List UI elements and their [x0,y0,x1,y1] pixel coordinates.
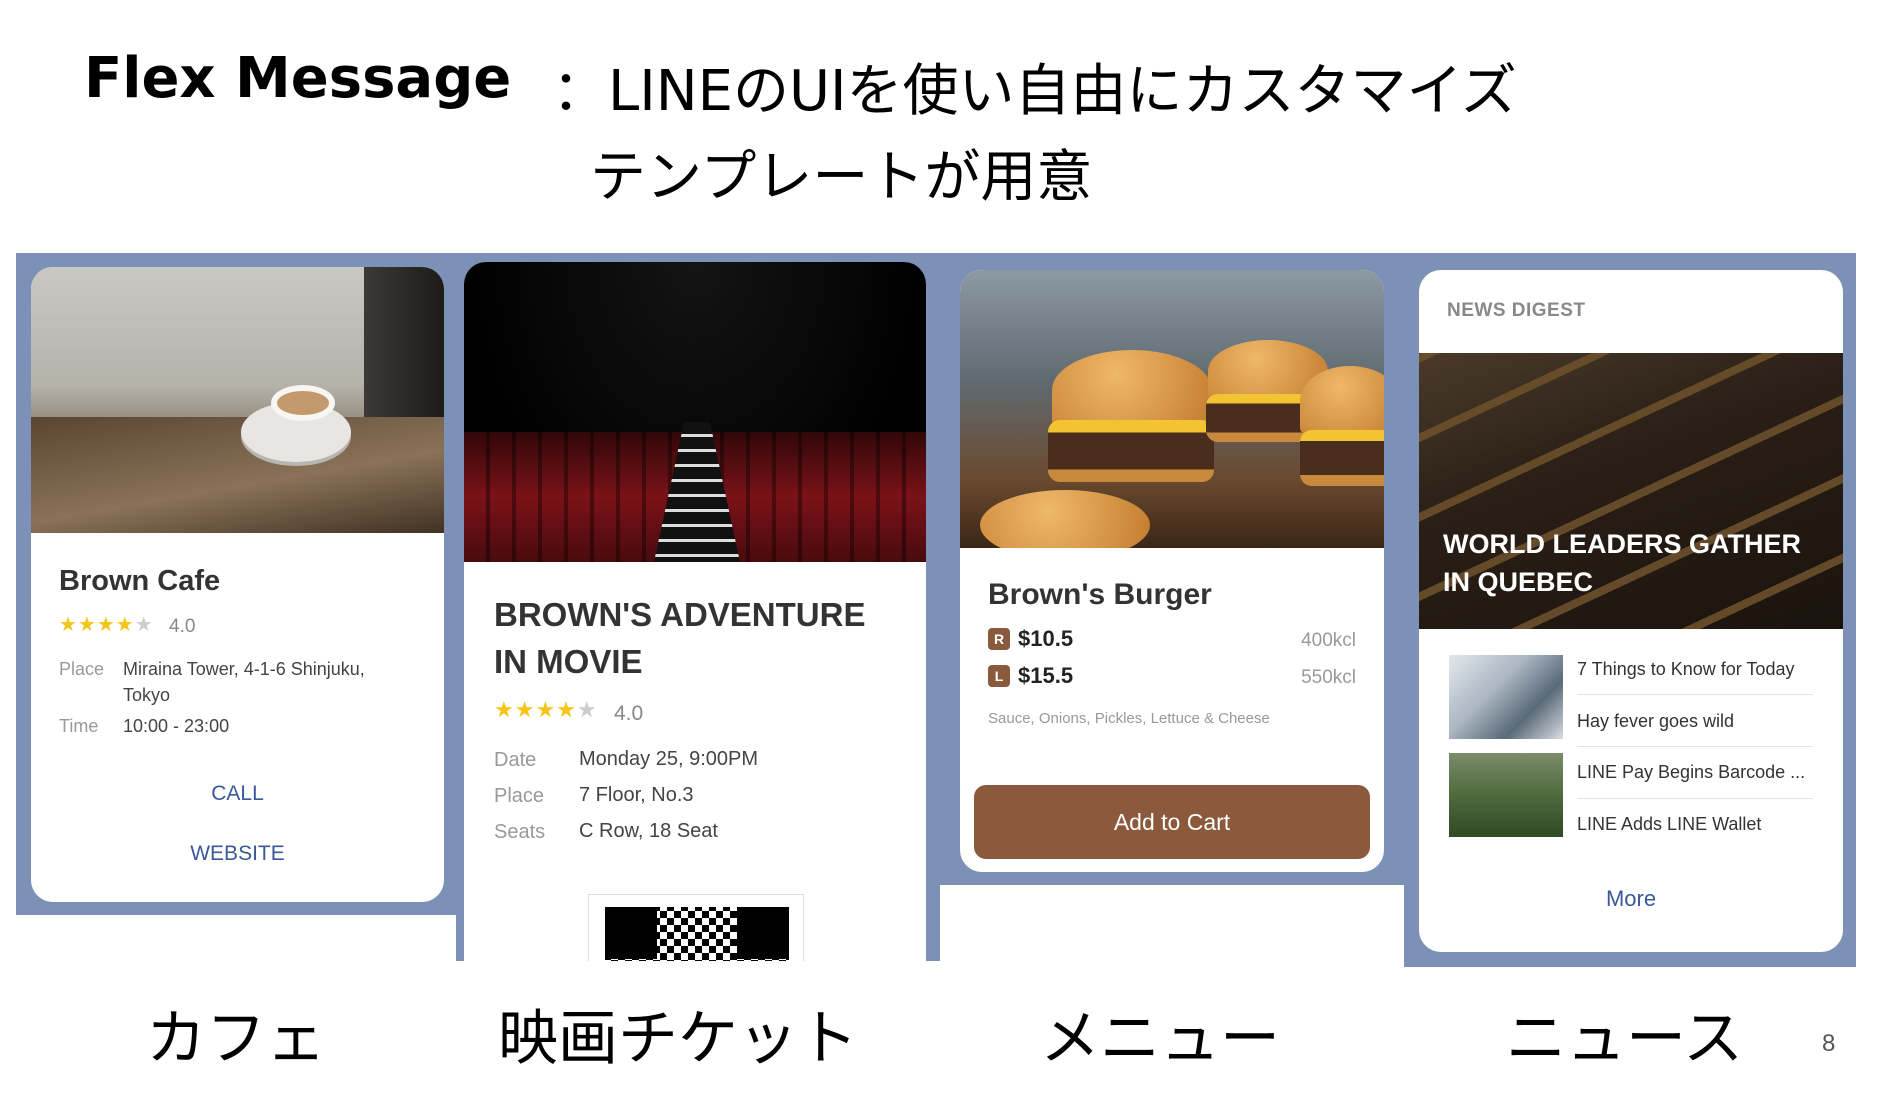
regular-size-badge: R [988,628,1010,650]
movie-card: BROWN'S ADVENTURE IN MOVIE ★★★★★ 4.0 Dat… [464,262,926,961]
cafe-card: Brown Cafe ★★★★★ 4.0 Place Miraina Tower… [31,267,444,902]
news-headline-photo[interactable]: WORLD LEADERS GATHER IN QUEBEC [1419,353,1843,629]
slide-subtitle-line1: ：LINEのUIを使い自由にカスタマイズ [552,59,1517,124]
cafe-photo [31,267,444,533]
news-divider [1577,694,1813,695]
call-button[interactable]: CALL [31,782,444,806]
menu-panel: Brown's Burger R $10.5 400kcl L $15.5 55… [940,253,1404,885]
regular-kcal: 400kcl [1301,630,1356,651]
burger-patty-image [1048,420,1214,482]
ticket-qr-code [588,894,804,961]
menu-card: Brown's Burger R $10.5 400kcl L $15.5 55… [960,270,1384,872]
caption-cafe: カフェ [146,1004,326,1074]
burger-bun-image [1052,350,1212,430]
movie-date-value: Monday 25, 9:00PM [579,748,758,770]
slide-title: Flex Message [84,46,512,111]
news-item[interactable]: 7 Things to Know for Today [1577,659,1813,680]
cafe-panel: Brown Cafe ★★★★★ 4.0 Place Miraina Tower… [16,253,456,915]
star-filled-icon: ★★★★ [494,698,577,723]
burger-photo [960,270,1384,548]
movie-theater-photo [464,262,926,562]
cafe-place-value: Miraina Tower, 4-1-6 Shinjuku, Tokyo [123,659,365,705]
news-thumbnail-field [1449,753,1563,837]
movie-seats-label: Seats [494,821,546,843]
movie-place-value: 7 Floor, No.3 [579,784,694,806]
news-item[interactable]: LINE Adds LINE Wallet [1577,814,1813,835]
add-to-cart-button[interactable]: Add to Cart [974,785,1370,859]
regular-price: $10.5 [1018,626,1074,651]
news-headline: WORLD LEADERS GATHER IN QUEBEC [1443,529,1801,597]
cafe-title: Brown Cafe [59,565,221,597]
cafe-rating: 4.0 [169,616,196,637]
movie-place-label: Place [494,785,545,807]
menu-title: Brown's Burger [988,578,1212,611]
movie-stars: ★★★★★ [494,698,598,723]
large-size-badge: L [988,665,1010,687]
bun-foreground-image [980,490,1150,548]
caption-movie: 映画チケット [498,1004,858,1074]
latte-image [271,385,335,421]
caption-news: ニュース [1506,1004,1743,1074]
movie-seats-value: C Row, 18 Seat [579,820,718,842]
news-divider [1577,746,1813,747]
movie-title-line2: IN MOVIE [494,643,643,680]
news-card: NEWS DIGEST WORLD LEADERS GATHER IN QUEB… [1419,270,1843,952]
caption-menu: メニュー [1040,1004,1280,1074]
more-button[interactable]: More [1419,886,1843,912]
page-number: 8 [1822,1030,1836,1057]
news-item[interactable]: LINE Pay Begins Barcode ... [1577,762,1813,783]
large-price: $15.5 [1018,663,1074,688]
news-thumbnail-newspaper [1449,655,1563,739]
movie-title-line1: BROWN'S ADVENTURE [494,596,866,633]
burger-patty-image-3 [1300,430,1384,486]
slide-subtitle-line2: テンプレートが用意 [590,145,1093,210]
large-kcal: 550kcl [1301,667,1356,688]
news-divider [1577,798,1813,799]
news-panel: NEWS DIGEST WORLD LEADERS GATHER IN QUEB… [1404,253,1856,967]
cafe-place-label: Place [59,659,105,679]
cafe-time-label: Time [59,716,99,736]
star-empty-icon: ★ [134,612,154,636]
movie-panel: BROWN'S ADVENTURE IN MOVIE ★★★★★ 4.0 Dat… [456,253,940,961]
news-digest-label: NEWS DIGEST [1447,300,1586,321]
movie-rating: 4.0 [614,702,644,725]
star-filled-icon: ★★★★ [59,612,135,636]
movie-date-label: Date [494,749,537,771]
news-item[interactable]: Hay fever goes wild [1577,711,1813,732]
menu-ingredients: Sauce, Onions, Pickles, Lettuce & Cheese [988,710,1270,727]
website-button[interactable]: WEBSITE [31,842,444,866]
burger-bun-image-3 [1300,366,1384,436]
cafe-shelf-image [31,417,444,533]
star-empty-icon: ★ [576,698,598,723]
qr-code-icon [605,907,789,961]
cafe-time-value: 10:00 - 23:00 [123,716,230,736]
cafe-stars: ★★★★★ [59,612,154,636]
